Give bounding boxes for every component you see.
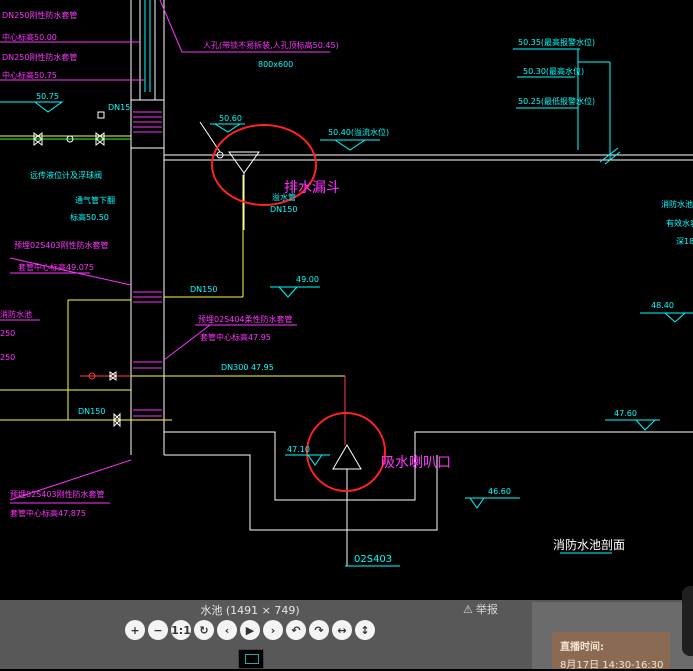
elev-top: 50.60 [219,114,242,123]
note-sleeve-1: DN250刚性防水套管 [2,10,77,20]
elev-level2: 50.30(最高水位) [523,66,584,76]
pipe-dn300: DN300 47.95 [221,363,274,372]
prev-button[interactable]: ‹ [217,620,237,640]
pipe-dn15: DN15 [108,103,130,112]
note-tank: 消防水池 [0,309,32,319]
elev-4660: 46.60 [488,487,511,496]
note-sleeve-5: 预埋02S403刚性防水套管 [10,489,105,499]
manhole-size: 800x600 [258,60,293,69]
report-link[interactable]: ⚠ 举报 [463,601,498,617]
next-button[interactable]: › [263,620,283,640]
note-sleeve-3: 预埋02S403刚性防水套管 [14,240,109,250]
note-center-1: 中心标高50.00 [2,32,57,42]
note-center-2: 中心标高50.75 [2,70,57,80]
live-time-title: 直播时间: [560,642,604,653]
pipe-dn150-b: DN150 [78,407,105,416]
thumbnail-image[interactable] [238,649,264,669]
flip-vertical-button[interactable]: ↕ [355,620,375,640]
elev-level3: 50.25(最低报警水位) [518,96,595,106]
note-level-gauge: 远传液位计及浮球阀 [30,170,102,180]
elev-overflow: 50.40(溢流水位) [328,127,389,137]
actual-size-button[interactable]: 1:1 [171,620,191,640]
viewer-toolbar: + −1:1 ↻ ‹ ▶ › ↶ ↷ ↔ ↕ [125,620,375,644]
suction-bell-symbol [332,444,362,566]
elev-4840: 48.40 [651,301,674,310]
note-right-1: 消防水池不小 [661,199,693,209]
zoom-in-button[interactable]: + [125,620,145,640]
note-sleeve-4: 预埋02S404柔性防水套管 [198,314,293,324]
note-center-5: 套管中心标高47.875 [10,508,86,518]
pipe-dn150-a: DN150 [190,285,217,294]
detail-ref: 02S403 [354,554,392,565]
elev-level1: 50.35(最高报警水位) [518,37,595,47]
pipe-shaft [130,0,165,455]
report-label: 举报 [475,603,498,616]
note-center-4: 套管中心标高47.95 [200,332,271,342]
elev-4900: 49.00 [296,275,319,284]
rotate-left-button[interactable]: ↶ [286,620,306,640]
drain-funnel-symbol [199,121,260,230]
play-button[interactable]: ▶ [240,620,260,640]
suction-bell-label: 吸水喇叭口 [381,455,451,471]
rotate-right-button[interactable]: ↷ [309,620,329,640]
cad-drawing-canvas: DN250刚性防水套管 中心标高50.00 DN250刚性防水套管 中心标高50… [0,0,693,567]
elev-5075: 50.75 [36,92,59,101]
note-center-3: 套管中心标高49.075 [18,262,94,272]
section-title: 消防水池剖面 [553,537,625,552]
note-vent-elev: 标高50.50 [70,212,109,222]
elev-4710: 47.10 [287,445,310,454]
note-right-2: 有效水容积 [666,218,693,228]
note-250-b: 250 [0,353,15,362]
note-right-3: 深18 [676,237,693,246]
zoom-out-button[interactable]: − [148,620,168,640]
shaft-hatch [133,111,162,417]
note-250-a: 250 [0,329,15,338]
pipe-dn150-c: DN150 [270,205,297,214]
note-vent: 通气管下翻 [75,195,115,205]
drain-funnel-label: 排水漏斗 [284,180,340,196]
elev-4760: 47.60 [614,409,637,418]
image-title: 水池 (1491 × 749) [200,604,300,617]
presenter-image [682,586,693,656]
manhole-note: 人孔(带锁不易拆装,人孔顶标高50.45) [203,40,339,50]
flip-horizontal-button[interactable]: ↔ [332,620,352,640]
warning-triangle-icon: ⚠ [463,603,473,616]
note-sleeve-2: DN250刚性防水套管 [2,52,77,62]
reset-button[interactable]: ↻ [194,620,214,640]
suction-callout-circle [306,412,386,492]
